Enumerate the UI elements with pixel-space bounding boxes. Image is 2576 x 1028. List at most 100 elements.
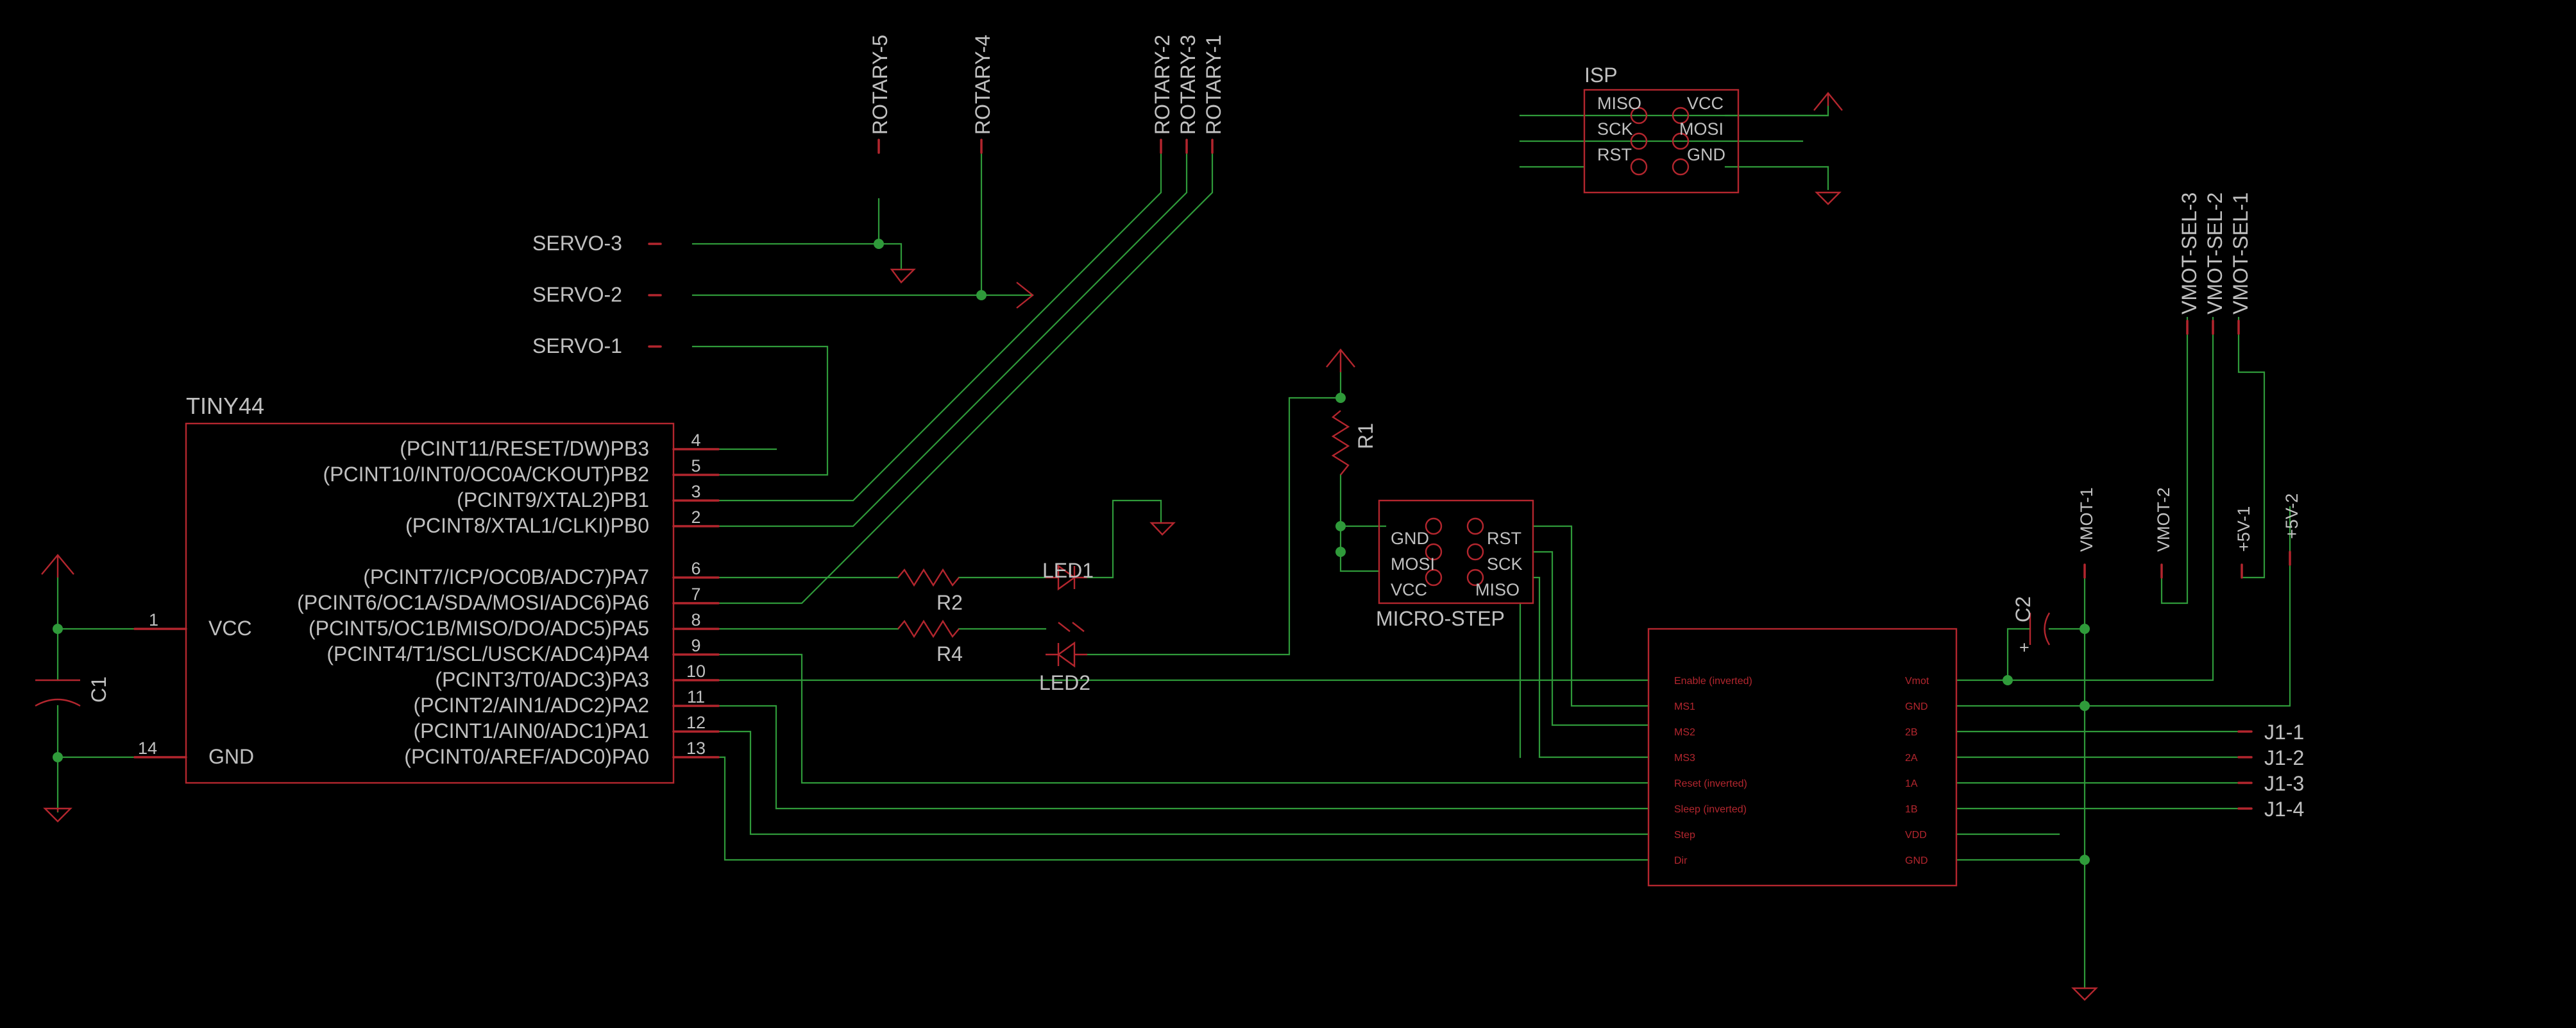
vmot-sel-pads: VMOT-SEL-3 VMOT-SEL-2 VMOT-SEL-1 [2178,193,2252,335]
mcu-pin-label: (PCINT2/AIN1/ADC2)PA2 [414,694,650,717]
driver-pin-label: Enable (inverted) [1674,676,1752,687]
driver-pin-label: MS3 [1674,753,1695,764]
r2-label: R2 [936,591,963,614]
mcu-pin-number: 5 [691,456,700,475]
isp-pin: MISO [1597,94,1641,113]
servo-label: SERVO-2 [532,283,622,306]
mcu-pin-label: (PCINT0/AREF/ADC0)PA0 [404,745,649,768]
capacitor-c1: C1 [35,554,110,823]
isp-pin: VCC [1687,94,1724,113]
mcu-right-pins: 4 (PCINT11/RESET/DW)PB3 5 (PCINT10/INT0/OC0… [297,431,720,768]
isp-pin: GND [1687,145,1725,164]
vmot-sel-label: VMOT-SEL-1 [2229,193,2252,314]
mcu-pin-label: (PCINT3/T0/ADC3)PA3 [435,668,649,691]
junction-dot [53,624,63,634]
stepper-driver: Enable (inverted) MS1 MS2 MS3 Reset (inverte… [1647,628,2098,1001]
resistor-r2: R2 [897,568,963,614]
mcu-pin-label: (PCINT10/INT0/OC0A/CKOUT)PB2 [323,463,649,486]
microstep-pin: GND [1391,529,1429,548]
mcu-pin-number: 13 [686,739,706,758]
ground-symbol-servo [890,268,916,284]
ground-symbol-c1 [43,807,72,823]
microstep-name: MICRO-STEP [1376,607,1505,630]
mcu-pin-label: (PCINT1/AIN0/ADC1)PA1 [414,719,650,742]
wires [56,105,2291,989]
mcu-pin-label: (PCINT6/OC1A/SDA/MOSI/ADC6)PA6 [297,591,649,614]
j1-pads: J1-1 J1-2 J1-3 J1-4 [2237,721,2304,821]
microstep-pin: RST [1487,529,1521,548]
c2-label: C2 [2012,596,2035,622]
junction-dot [1335,521,1346,531]
vmot-sel-label: VMOT-SEL-3 [2178,193,2201,314]
mcu-pin-number: 12 [686,713,706,732]
driver-pin-label: GND [1905,701,1928,712]
mcu-pin-number: 7 [691,585,700,604]
capacitor-c2: C2 + [2012,596,2051,657]
mcu-name: TINY44 [186,393,264,419]
microstep-pin: MOSI [1391,554,1435,574]
junction-dot [874,239,884,249]
microstep-pin: SCK [1487,554,1523,574]
isp-header: MISO VCC SCK MOSI RST GND ISP [1583,64,1843,205]
j1-label: J1-4 [2264,798,2304,821]
microstep-header: GND RST MOSI SCK VCC MISO MICRO-STEP [1376,499,1534,630]
power-pad-label: VMOT-2 [2154,487,2173,552]
power-pad-label: +5V-1 [2234,506,2253,552]
isp-pin: SCK [1597,119,1633,139]
rotary-label: ROTARY-1 [1202,35,1225,135]
resistor-r1: R1 [1326,348,1377,475]
mcu-pin-label: (PCINT11/RESET/DW)PB3 [400,437,649,460]
driver-pin-label: Reset (inverted) [1674,778,1747,789]
c2-plus: + [2019,638,2029,657]
junction-dot [2003,675,2013,685]
rotary-pads: ROTARY-5 ROTARY-4 ROTARY-2 ROTARY-3 ROTA… [869,35,1225,154]
vcc-arrow-r1 [1326,348,1355,372]
rotary-label: ROTARY-5 [869,35,892,135]
driver-pin-label: GND [1905,855,1928,866]
isp-pin: MOSI [1679,119,1724,139]
power-pad-label: +5V-2 [2282,493,2301,539]
servo-label: SERVO-3 [532,232,622,255]
mcu-tiny44: TINY44 4 (PCINT11/RESET/DW)PB3 5 (PCINT10/I… [133,393,720,784]
isp-pin: RST [1597,145,1632,164]
j1-label: J1-1 [2264,721,2304,744]
driver-pin-label: 2B [1905,727,1918,738]
junction-dot [1335,547,1346,557]
mcu-pin-label: GND [208,745,254,768]
microstep-pin: VCC [1391,580,1427,599]
mcu-pin-label: (PCINT9/XTAL2)PB1 [457,488,649,511]
led1: LED1 [1042,559,1094,591]
microstep-pin: MISO [1475,580,1520,599]
rotary-label: ROTARY-3 [1176,35,1199,135]
mcu-pin-number: 4 [691,431,700,450]
driver-pin-label: MS1 [1674,701,1695,712]
ground-symbol-isp [1815,191,1842,205]
mcu-pin-number: 3 [691,482,700,501]
resistor-r4: R4 [897,619,963,665]
power-pad-label: VMOT-1 [2077,487,2096,552]
mcu-pin-label: (PCINT7/ICP/OC0B/ADC7)PA7 [363,565,649,588]
driver-pin-label: Dir [1674,855,1688,866]
mcu-pin-number: 14 [138,739,157,758]
servo-label: SERVO-1 [532,334,622,357]
mcu-pin-number: 8 [691,610,700,630]
mcu-pin-number: 2 [691,508,700,527]
junction-dot [976,290,987,300]
mcu-pin-label: VCC [208,617,252,640]
j1-label: J1-3 [2264,772,2304,795]
rotary-label: ROTARY-2 [1151,35,1174,135]
junction-dot [2080,701,2090,711]
led2: LED2 [1039,622,1090,694]
driver-right-pins: Vmot GND 2B 2A 1A 1B VDD GND [1905,676,1929,866]
led1-label: LED1 [1042,559,1094,582]
rotary-label: ROTARY-4 [971,35,994,135]
driver-left-pins: Enable (inverted) MS1 MS2 MS3 Reset (inverte… [1674,676,1752,866]
junction-dot [2080,624,2090,634]
junction-dot [2080,855,2090,865]
j1-label: J1-2 [2264,746,2304,769]
mcu-pin-number: 9 [691,636,700,655]
vcc-arrow-c1 [41,554,74,578]
driver-pin-label: MS2 [1674,727,1695,738]
schematic-canvas: TINY44 4 (PCINT11/RESET/DW)PB3 5 (PCINT10/I… [0,0,2576,1028]
power-pads: VMOT-1 VMOT-2 +5V-1 +5V-2 [2077,487,2301,579]
